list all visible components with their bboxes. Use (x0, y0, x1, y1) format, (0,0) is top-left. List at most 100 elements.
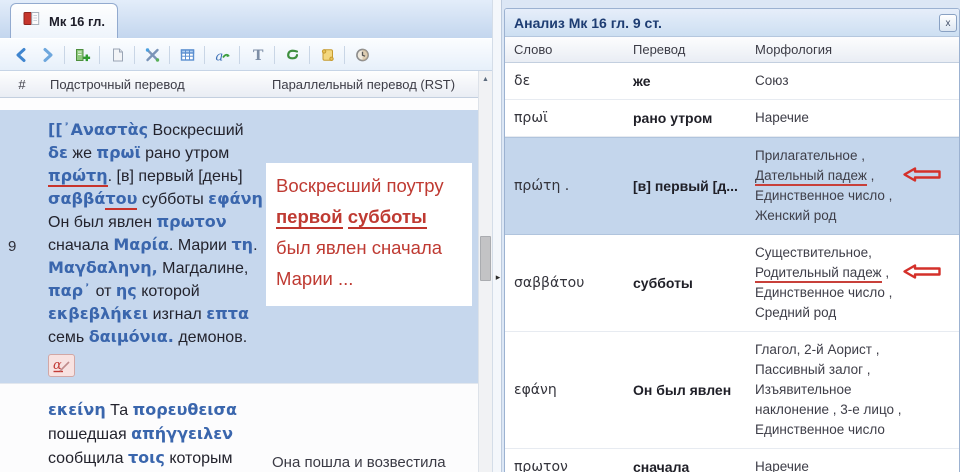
greek-word[interactable]: παρ᾿ (48, 281, 91, 300)
russian-text: Магдалине, (162, 260, 248, 277)
russian-text: рано утром (145, 145, 229, 162)
greek-word[interactable]: εκβεβλήκει (48, 304, 148, 323)
analysis-translation: Он был явлен (629, 382, 749, 398)
toolbar-separator (309, 46, 310, 64)
svg-text:T: T (253, 48, 264, 63)
column-header-number: # (0, 77, 44, 92)
history-icon[interactable] (349, 43, 375, 67)
letters-icon[interactable]: a (209, 43, 235, 67)
verse-number: 9 (0, 110, 44, 383)
greek-word[interactable]: δε (48, 143, 68, 162)
russian-text: пошедшая (48, 426, 127, 443)
analysis-row[interactable]: σαββάτουсубботыСуществительное,Родительн… (505, 235, 959, 332)
analysis-title: Анализ Мк 16 гл. 9 ст. (514, 15, 662, 31)
greek-word[interactable]: πρώτη (48, 166, 108, 187)
analysis-word: πρώτη . (505, 178, 629, 194)
note-text: первой (276, 206, 343, 229)
verse-row-9[interactable]: 9 [[᾿Αναστὰς Воскресший δε же πρωϊ рано у… (0, 110, 478, 383)
splitter-collapse-icon[interactable]: ▸ (493, 272, 503, 283)
column-header-morphology: Морфология (749, 42, 959, 57)
russian-text: . (253, 237, 257, 254)
analysis-morphology: Существительное,Родительный падеж ,Единс… (749, 243, 959, 323)
text-icon[interactable]: T (244, 43, 270, 67)
analysis-morphology: Наречие (749, 457, 959, 472)
interlinear-text-v10: εκείνη Та πορευθεισαпошедшая απήγγειλενс… (44, 384, 264, 472)
analysis-translation: [в] первый [д... (629, 178, 749, 194)
vertical-scrollbar[interactable]: ▲ (478, 71, 492, 472)
toolbar-separator (169, 46, 170, 64)
column-header-translation: Перевод (629, 42, 749, 57)
verse-row-10[interactable]: εκείνη Та πορευθεισαпошедшая απήγγειλενс… (0, 383, 478, 472)
panel-splitter[interactable]: ▸ (492, 0, 502, 472)
russian-text: от (96, 283, 112, 300)
close-icon[interactable]: x (939, 14, 957, 32)
analysis-morphology: Наречие (749, 108, 959, 128)
greek-word[interactable]: ης (116, 281, 137, 300)
scrollbar-up-icon[interactable]: ▲ (479, 71, 492, 87)
analysis-row[interactable]: πρωτονсначалаНаречие (505, 449, 959, 472)
analysis-row[interactable]: δεжеСоюз (505, 63, 959, 100)
morphology-text: Единственное число (755, 422, 885, 437)
greek-word[interactable]: δαιμόνια. (89, 327, 174, 346)
table-icon[interactable] (174, 43, 200, 67)
note-text: был явлен сначала (276, 237, 442, 258)
greek-word[interactable]: πρωϊ (96, 143, 140, 162)
column-header-word: Слово (505, 42, 629, 57)
analysis-row[interactable]: πρωϊрано утромНаречие (505, 100, 959, 137)
analysis-morphology: Глагол, 2-й Аорист ,Пассивный залог ,Изъ… (749, 340, 959, 440)
russian-text: семь (48, 329, 84, 346)
greek-word[interactable]: επτα (206, 304, 249, 323)
tab-mark-16[interactable]: Мк 16 гл. (10, 3, 118, 38)
translator-note: Воскресший поутрупервой субботыбыл явлен… (266, 163, 472, 306)
hebrew-icon[interactable] (279, 43, 305, 67)
russian-text: Воскресший (153, 122, 244, 139)
interlinear-panel: Мк 16 гл. aT # Подстрочный перевод Парал… (0, 0, 492, 472)
morphology-text: Изъявительное (755, 382, 852, 397)
greek-word[interactable]: σαββά (48, 189, 105, 208)
alpha-note-icon[interactable]: α (48, 354, 75, 377)
scrollbar-thumb[interactable] (480, 236, 491, 281)
russian-text: Марии (178, 237, 227, 254)
back-icon[interactable] (8, 43, 34, 67)
row-spacer (0, 98, 478, 110)
toolbar-separator (99, 46, 100, 64)
greek-word[interactable]: τοις (128, 448, 165, 467)
analysis-panel: Анализ Мк 16 гл. 9 ст. x Слово Перевод М… (504, 8, 960, 472)
greek-word[interactable]: τη (231, 235, 253, 254)
greek-word[interactable]: Μαρία (113, 235, 169, 254)
morphology-text: Единственное число , (755, 285, 892, 300)
analysis-word: δε (505, 73, 629, 89)
book-icon (23, 11, 41, 31)
greek-word[interactable]: εκείνη (48, 400, 106, 419)
new-page-icon[interactable] (104, 43, 130, 67)
forward-icon[interactable] (34, 43, 60, 67)
greek-word[interactable]: πρωτον (157, 212, 227, 231)
greek-word[interactable]: απήγγειλεν (131, 424, 233, 443)
greek-word[interactable]: [[᾿Αναστὰς (48, 120, 148, 139)
column-header-parallel: Параллельный перевод (RST) (264, 77, 478, 92)
greek-word[interactable]: του (105, 189, 137, 210)
analysis-word: εφάνη (505, 382, 629, 398)
column-header-interlinear: Подстрочный перевод (44, 77, 264, 92)
analysis-row[interactable]: πρώτη .[в] первый [д...Прилагательное ,Д… (505, 137, 959, 235)
add-book-icon[interactable] (69, 43, 95, 67)
morphology-text: Пассивный залог , (755, 362, 871, 377)
russian-text: же (72, 145, 92, 162)
russian-text: Та (110, 402, 128, 419)
russian-text: . (108, 168, 112, 185)
note-text: Марии ... (276, 268, 353, 289)
analysis-translation: же (629, 73, 749, 89)
scroll-icon[interactable] (314, 43, 340, 67)
russian-text: [в] первый [день] (117, 168, 243, 185)
parallel-text-v10: Она пошла и возвестила (264, 384, 478, 471)
note-text: Воскресший поутру (276, 175, 444, 196)
greek-word[interactable]: εφάνη (208, 189, 263, 208)
tools-icon[interactable] (139, 43, 165, 67)
greek-word[interactable]: Μαγδαληνη, (48, 258, 158, 277)
toolbar-separator (239, 46, 240, 64)
russian-text: которым (169, 450, 232, 467)
toolbar: aT (0, 38, 492, 71)
greek-word[interactable]: πορευθεισα (133, 400, 237, 419)
analysis-row[interactable]: εφάνηОн был явленГлагол, 2-й Аорист ,Пас… (505, 332, 959, 449)
analysis-word: πρωτον (505, 459, 629, 472)
